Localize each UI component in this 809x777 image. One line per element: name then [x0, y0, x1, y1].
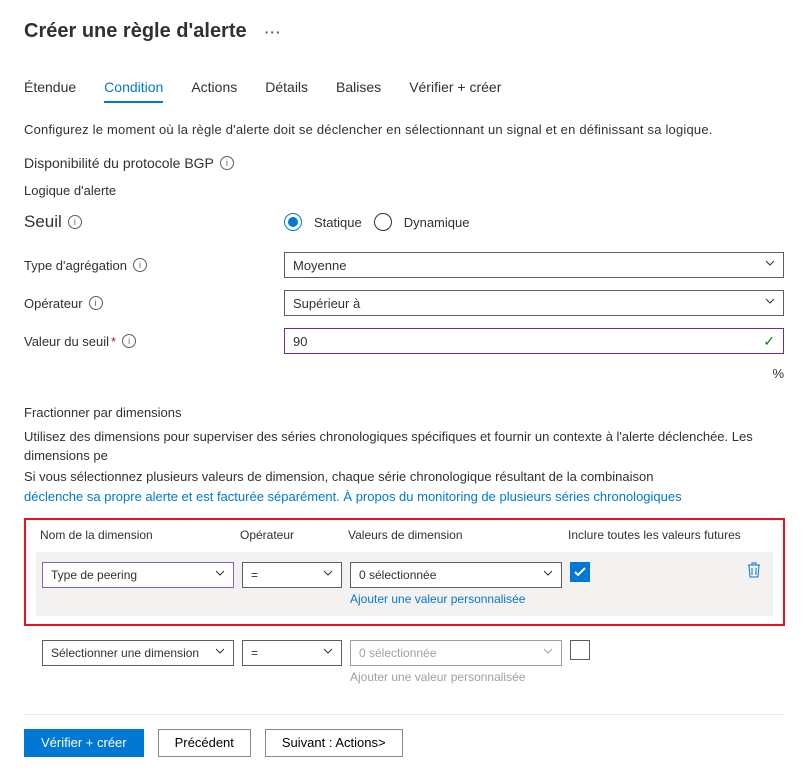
tab-actions[interactable]: Actions: [191, 73, 237, 103]
threshold-value-input[interactable]: 90 ✓: [284, 328, 784, 354]
info-icon[interactable]: i: [68, 215, 82, 229]
tab-verifier[interactable]: Vérifier + créer: [409, 73, 501, 103]
verify-create-button[interactable]: Vérifier + créer: [24, 729, 144, 757]
chevron-down-icon: [323, 570, 333, 580]
footer: Vérifier + créer Précédent Suivant : Act…: [24, 714, 785, 757]
threshold-value: 90: [293, 334, 307, 349]
radio-dynamic-label: Dynamique: [404, 215, 470, 230]
check-icon: ✓: [763, 333, 775, 350]
tab-etendue[interactable]: Étendue: [24, 73, 76, 103]
add-custom-value-link-disabled: Ajouter une valeur personnalisée: [350, 670, 562, 684]
tab-condition[interactable]: Condition: [104, 73, 163, 103]
dimension-name-value: Sélectionner une dimension: [51, 646, 199, 660]
chevron-down-icon: [543, 648, 553, 658]
page-title-text: Créer une règle d'alerte: [24, 20, 247, 43]
more-icon[interactable]: ···: [265, 24, 282, 40]
page-title: Créer une règle d'alerte ···: [24, 20, 785, 43]
aggregation-label: Type d'agrégation: [24, 258, 127, 273]
dimensions-heading: Fractionner par dimensions: [24, 405, 785, 420]
include-future-checkbox[interactable]: [570, 562, 590, 582]
include-future-checkbox[interactable]: [570, 640, 590, 660]
chevron-down-icon: [323, 648, 333, 658]
intro-text: Configurez le moment où la règle d'alert…: [24, 122, 785, 137]
aggregation-value: Moyenne: [293, 258, 346, 273]
threshold-value-label: Valeur du seuil: [24, 334, 109, 349]
chevron-down-icon: [765, 298, 775, 308]
previous-button[interactable]: Précédent: [158, 729, 251, 757]
col-future: Inclure toutes les valeurs futures: [568, 528, 769, 542]
dimensions-highlighted-box: Nom de la dimension Opérateur Valeurs de…: [24, 518, 785, 626]
chevron-down-icon: [765, 260, 775, 270]
tab-details[interactable]: Détails: [265, 73, 308, 103]
chevron-down-icon: [215, 648, 225, 658]
dimensions-link[interactable]: déclenche sa propre alerte et est factur…: [24, 489, 785, 504]
aggregation-select[interactable]: Moyenne: [284, 252, 784, 278]
col-values: Valeurs de dimension: [348, 528, 568, 542]
threshold-row: Seuil i Statique Dynamique: [24, 212, 785, 232]
delete-row-button[interactable]: [747, 562, 761, 581]
radio-dynamic[interactable]: [374, 213, 392, 231]
operator-label: Opérateur: [24, 296, 83, 311]
dimension-name-value: Type de peering: [51, 568, 137, 582]
tab-bar: Étendue Condition Actions Détails Balise…: [24, 73, 785, 104]
signal-title-text: Disponibilité du protocole BGP: [24, 155, 214, 171]
operator-value: Supérieur à: [293, 296, 360, 311]
info-icon[interactable]: i: [133, 258, 147, 272]
dimensions-desc-2: Si vous sélectionnez plusieurs valeurs d…: [24, 468, 785, 487]
dimensions-desc-1: Utilisez des dimensions pour superviser …: [24, 428, 785, 466]
dimension-values-value: 0 sélectionnée: [359, 568, 436, 582]
dimension-name-select[interactable]: Sélectionner une dimension: [42, 640, 234, 666]
threshold-unit: %: [24, 366, 784, 381]
dimension-operator-value: =: [251, 568, 258, 582]
add-custom-value-link[interactable]: Ajouter une valeur personnalisée: [350, 592, 562, 606]
info-icon[interactable]: i: [122, 334, 136, 348]
dimension-name-select[interactable]: Type de peering: [42, 562, 234, 588]
next-button[interactable]: Suivant : Actions>: [265, 729, 403, 757]
logic-label: Logique d'alerte: [24, 183, 785, 198]
chevron-down-icon: [215, 570, 225, 580]
threshold-label: Seuil: [24, 212, 62, 232]
radio-static[interactable]: [284, 213, 302, 231]
radio-static-label: Statique: [314, 215, 362, 230]
info-icon[interactable]: i: [89, 296, 103, 310]
operator-select[interactable]: Supérieur à: [284, 290, 784, 316]
dimension-values-select[interactable]: 0 sélectionnée: [350, 640, 562, 666]
tab-balises[interactable]: Balises: [336, 73, 381, 103]
chevron-down-icon: [543, 570, 553, 580]
dimension-values-value: 0 sélectionnée: [359, 646, 436, 660]
info-icon[interactable]: i: [220, 156, 234, 170]
dimension-values-select[interactable]: 0 sélectionnée: [350, 562, 562, 588]
dimension-operator-select[interactable]: =: [242, 562, 342, 588]
col-name: Nom de la dimension: [40, 528, 240, 542]
signal-title: Disponibilité du protocole BGP i: [24, 155, 785, 171]
dimension-operator-value: =: [251, 646, 258, 660]
dimension-operator-select[interactable]: =: [242, 640, 342, 666]
col-operator: Opérateur: [240, 528, 348, 542]
